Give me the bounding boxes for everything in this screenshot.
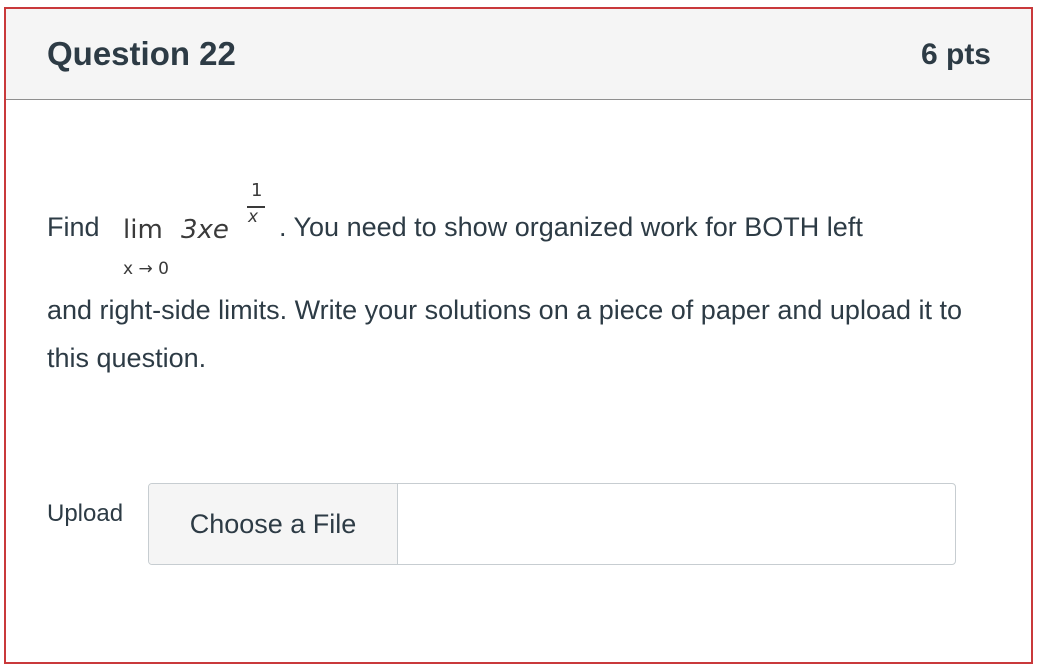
question-points: 6 pts <box>920 38 991 71</box>
upload-label: Upload <box>47 500 124 527</box>
exponent-numerator: 1 <box>251 180 263 201</box>
question-header: Question 22 6 pts <box>6 9 1031 100</box>
find-word: Find <box>47 212 100 242</box>
lim-text: lim <box>123 215 163 245</box>
limit-subscript: x → 0 <box>123 259 169 279</box>
question-card: Question 22 6 pts Find lim 3xe x → 0 1 x… <box>4 7 1033 664</box>
upload-row: Upload Choose a File <box>47 483 957 567</box>
question-title: Question 22 <box>47 35 236 72</box>
question-first-line: Find lim 3xe x → 0 1 x . You need to sho… <box>47 174 987 289</box>
exponent-denominator: x <box>248 207 259 227</box>
choose-file-button[interactable]: Choose a File <box>149 484 398 564</box>
question-text: Find lim 3xe x → 0 1 x . You need to sho… <box>47 174 987 382</box>
limit-expression: lim 3xe x → 0 1 x <box>123 174 283 289</box>
text-after-math: . You need to show organized work for BO… <box>279 212 863 242</box>
question-remaining-text: and right-side limits. Write your soluti… <box>47 295 963 373</box>
function-text: 3xe <box>181 215 229 245</box>
file-upload-field[interactable]: Choose a File <box>148 483 956 565</box>
